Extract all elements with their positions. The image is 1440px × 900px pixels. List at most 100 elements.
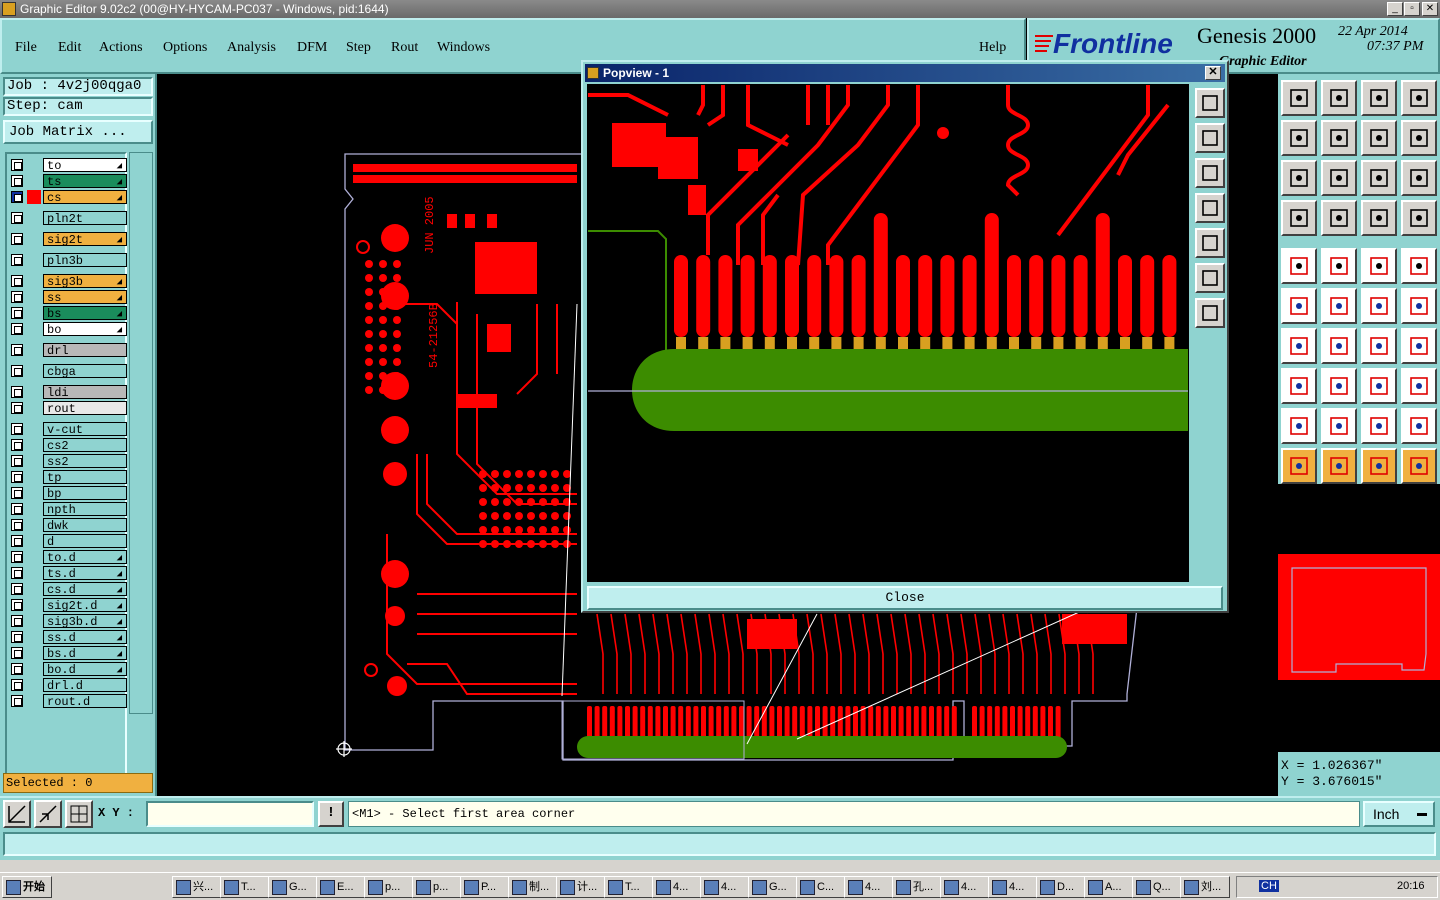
menu-edit[interactable]: Edit	[58, 40, 81, 56]
save-icon[interactable]	[1321, 80, 1357, 116]
transform-icon[interactable]	[1281, 368, 1317, 404]
layer-row[interactable]: to.d ◢	[7, 550, 127, 565]
menu-options[interactable]: Options	[163, 40, 207, 56]
taskbar-item[interactable]: G...	[268, 876, 318, 898]
layer-checkbox[interactable]	[11, 212, 23, 224]
menu-rout[interactable]: Rout	[391, 40, 418, 56]
layer-checkbox[interactable]	[11, 695, 23, 707]
layer-row[interactable]: ss ◢	[7, 290, 127, 305]
layer-checkbox[interactable]	[11, 254, 23, 266]
layer-checkbox[interactable]	[11, 535, 23, 547]
layer-checkbox[interactable]	[11, 583, 23, 595]
layer-checkbox[interactable]	[11, 663, 23, 675]
units-select[interactable]: Inch	[1363, 801, 1435, 827]
drc-icon[interactable]	[1321, 248, 1357, 284]
menu-step[interactable]: Step	[346, 40, 371, 56]
move-icon[interactable]	[1401, 288, 1437, 324]
compare-icon[interactable]	[1401, 200, 1437, 236]
rotate-icon[interactable]	[1361, 288, 1397, 324]
layer-row[interactable]: ts.d ◢	[7, 566, 127, 581]
layer-checkbox[interactable]	[11, 291, 23, 303]
layer-row[interactable]: bp	[7, 486, 127, 501]
taskbar-item[interactable]: 4...	[652, 876, 702, 898]
taskbar-item[interactable]: 4...	[988, 876, 1038, 898]
layer-list-scrollbar[interactable]	[129, 152, 153, 714]
area-icon[interactable]	[1361, 408, 1397, 444]
xy-input[interactable]	[146, 801, 314, 827]
taskbar-item[interactable]: G...	[748, 876, 798, 898]
layer-row[interactable]: rout	[7, 401, 127, 416]
layer-checkbox[interactable]	[11, 439, 23, 451]
restore-button[interactable]: ▫	[1404, 2, 1420, 16]
layer-row[interactable]: sig2t.d ◢	[7, 598, 127, 613]
popview-close-icon[interactable]: ✕	[1205, 66, 1221, 80]
layer-row[interactable]: cs ◢	[7, 190, 127, 205]
layer-checkbox[interactable]	[11, 307, 23, 319]
close-button[interactable]: ✕	[1422, 2, 1438, 16]
snap-icon[interactable]	[1321, 200, 1357, 236]
layer-row[interactable]: dwk	[7, 518, 127, 533]
taskbar-item[interactable]: A...	[1084, 876, 1134, 898]
split-icon[interactable]	[1321, 368, 1357, 404]
layer-checkbox[interactable]	[11, 159, 23, 171]
layer-row[interactable]: ss.d ◢	[7, 630, 127, 645]
triangle-icon[interactable]	[1281, 408, 1317, 444]
taskbar-item[interactable]: 4...	[940, 876, 990, 898]
taskbar-item[interactable]: 刘...	[1180, 876, 1230, 898]
taskbar-item[interactable]: T...	[604, 876, 654, 898]
center-icon[interactable]	[1321, 160, 1357, 196]
layer-checkbox[interactable]	[11, 679, 23, 691]
layer-checkbox[interactable]	[11, 275, 23, 287]
layer-checkbox[interactable]	[11, 175, 23, 187]
layer-checkbox[interactable]	[11, 615, 23, 627]
taskbar-item[interactable]: 4...	[844, 876, 894, 898]
layer-row[interactable]: bo ◢	[7, 322, 127, 337]
layer-row[interactable]: cs.d ◢	[7, 582, 127, 597]
popview-close-button[interactable]: Close	[587, 586, 1223, 610]
cursor-icon[interactable]	[1361, 448, 1397, 484]
help-icon[interactable]	[1401, 160, 1437, 196]
layer-row[interactable]: drl	[7, 343, 127, 358]
pv-zoom-in-icon[interactable]	[1195, 88, 1225, 118]
layer-row[interactable]: pln3b	[7, 253, 127, 268]
taskbar-item[interactable]: p...	[364, 876, 414, 898]
arc-icon[interactable]	[1361, 328, 1397, 364]
menu-file[interactable]: File	[15, 40, 37, 56]
join-icon[interactable]	[1401, 408, 1437, 444]
layer-checkbox[interactable]	[11, 503, 23, 515]
grid-icon[interactable]	[65, 800, 93, 828]
start-button[interactable]: 开始	[2, 876, 52, 898]
job-matrix-button[interactable]: Job Matrix ...	[3, 120, 153, 144]
layer-row[interactable]: sig3b ◢	[7, 274, 127, 289]
layer-row[interactable]: npth	[7, 502, 127, 517]
redraw-icon[interactable]	[1401, 120, 1437, 156]
menu-dfm[interactable]: DFM	[297, 40, 327, 56]
pv-right-icon[interactable]	[1195, 228, 1225, 258]
taskbar-item[interactable]: 制...	[508, 876, 558, 898]
layer-row[interactable]: sig3b.d ◢	[7, 614, 127, 629]
array-icon[interactable]	[1361, 368, 1397, 404]
layer-checkbox[interactable]	[11, 191, 23, 203]
taskbar-item[interactable]: T...	[220, 876, 270, 898]
warning-button[interactable]: !	[318, 801, 344, 827]
zoom-area-icon[interactable]	[34, 800, 62, 828]
pv-fit-icon[interactable]	[1195, 263, 1225, 293]
overview-panel[interactable]	[1278, 484, 1440, 752]
layer-row[interactable]: bo.d ◢	[7, 662, 127, 677]
layer-checkbox[interactable]	[11, 599, 23, 611]
open-step-icon[interactable]	[1281, 80, 1317, 116]
layer-row[interactable]: tp	[7, 470, 127, 485]
layer-row[interactable]: bs.d ◢	[7, 646, 127, 661]
taskbar-item[interactable]: E...	[316, 876, 366, 898]
menu-actions[interactable]: Actions	[99, 40, 143, 56]
netlist-icon[interactable]	[1361, 200, 1397, 236]
pointer-icon[interactable]	[1281, 448, 1317, 484]
layer-row[interactable]: ts ◢	[7, 174, 127, 189]
taskbar-item[interactable]: 兴...	[172, 876, 222, 898]
flip-icon[interactable]	[1401, 328, 1437, 364]
menu-help[interactable]: Help	[979, 40, 1006, 56]
layer-row[interactable]: d	[7, 534, 127, 549]
measure-icon[interactable]	[1361, 248, 1397, 284]
pv-zoom-out-icon[interactable]	[1195, 123, 1225, 153]
layer-checkbox[interactable]	[11, 519, 23, 531]
